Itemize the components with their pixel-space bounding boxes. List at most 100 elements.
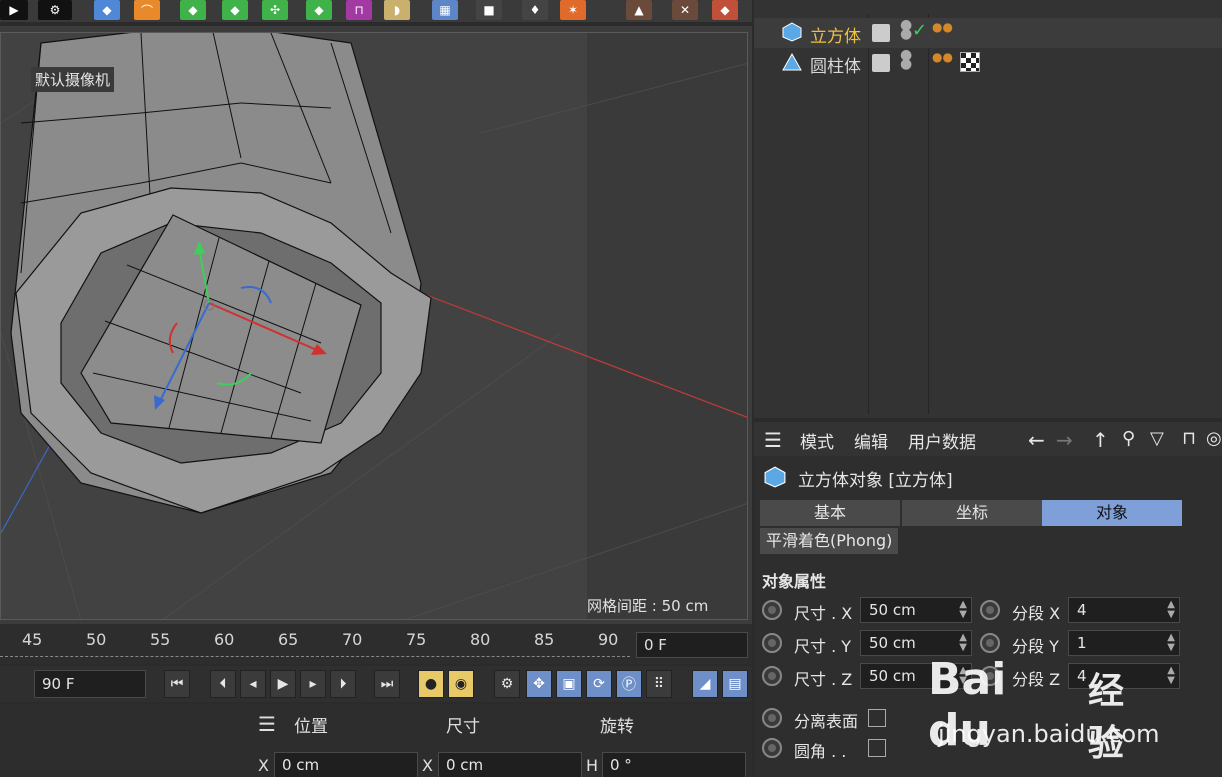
x-size-field[interactable]: 0 cm — [438, 752, 582, 777]
tab-coordinates[interactable]: 坐标 — [902, 500, 1042, 526]
spinner-icon[interactable]: ▲ ▼ — [1167, 666, 1175, 686]
fillet-animate-radio[interactable] — [762, 738, 782, 758]
spinner-icon[interactable]: ▲ ▼ — [1167, 600, 1175, 620]
target-icon[interactable]: ◎ — [1206, 428, 1222, 449]
search-icon[interactable]: ⚲ — [1122, 428, 1135, 449]
scene-tool-icon[interactable]: ◗ — [384, 0, 410, 20]
gear-icon[interactable]: ⚙ — [38, 0, 72, 20]
timeline-tick: 80 — [470, 630, 491, 649]
render-tool-icon[interactable]: ✶ — [560, 0, 586, 20]
go-to-start-icon[interactable]: ⏮ — [164, 670, 190, 698]
3d-viewport[interactable]: 默认摄像机 网格间距 : 50 cm — [0, 32, 748, 620]
object-manager: 立方体 ● ● ✓ ●● 圆柱体 ● ● ●● — [754, 0, 1222, 418]
forward-arrow-icon[interactable]: → — [1056, 428, 1073, 452]
size-y-value: 50 cm — [869, 634, 916, 652]
timeline-tick: 60 — [214, 630, 235, 649]
spinner-icon[interactable]: ▲ ▼ — [1167, 633, 1175, 653]
spline-tool-icon[interactable]: ⌒ — [134, 0, 160, 20]
light-tool-icon[interactable]: ♦ — [522, 0, 548, 20]
menu-icon[interactable]: ☰ — [764, 428, 782, 452]
floor-tool-icon[interactable]: ▦ — [432, 0, 458, 20]
next-key-icon[interactable]: ⏵ — [330, 670, 356, 698]
x-position-field[interactable]: 0 cm — [274, 752, 418, 777]
back-arrow-icon[interactable]: ← — [1028, 428, 1045, 452]
separate-surfaces-checkbox[interactable] — [868, 709, 886, 727]
size-x-animate-radio[interactable] — [762, 600, 782, 620]
size-y-field[interactable]: 50 cm ▲ ▼ — [860, 630, 972, 656]
size-x-field[interactable]: 50 cm ▲ ▼ — [860, 597, 972, 623]
key-scale-icon[interactable]: ▣ — [556, 670, 582, 698]
key-point-icon[interactable]: ⠿ — [646, 670, 672, 698]
tab-object[interactable]: 对象 — [1042, 500, 1182, 526]
object-row-cube[interactable]: 立方体 ● ● ✓ ●● — [754, 18, 1222, 48]
close-tool-icon[interactable]: ✕ — [672, 0, 698, 20]
separate-surfaces-label: 分离表面 — [794, 712, 859, 731]
keyframe-settings-icon[interactable]: ⚙ — [494, 670, 520, 698]
key-parameter-icon[interactable]: Ⓟ — [616, 670, 642, 698]
material-tool-icon[interactable]: ◆ — [712, 0, 738, 20]
snap-tool-icon[interactable]: ▲ — [626, 0, 652, 20]
tab-basic[interactable]: 基本 — [760, 500, 900, 526]
prev-key-icon[interactable]: ⏴ — [210, 670, 236, 698]
cloner-tool-icon[interactable]: ◆ — [306, 0, 332, 20]
autokey-icon[interactable]: ◉ — [448, 670, 474, 698]
spinner-icon[interactable]: ▲ ▼ — [959, 633, 967, 653]
deformer-tool-icon[interactable]: ⊓ — [346, 0, 372, 20]
sound-icon[interactable]: ◢ — [692, 670, 718, 698]
next-frame-icon[interactable]: ▸ — [300, 670, 326, 698]
end-frame-field[interactable]: 90 F — [34, 670, 146, 698]
tab-phong[interactable]: 平滑着色(Phong) — [760, 528, 899, 554]
segment-y-animate-radio[interactable] — [980, 633, 1000, 653]
film-icon[interactable]: ▤ — [722, 670, 748, 698]
play-icon[interactable]: ▶ — [0, 0, 28, 20]
segment-x-animate-radio[interactable] — [980, 600, 1000, 620]
timeline-tick: 65 — [278, 630, 299, 649]
scene-render — [1, 33, 747, 619]
nurbs-tool-icon[interactable]: ◆ — [180, 0, 206, 20]
segment-y-label: 分段 Y — [1012, 637, 1059, 656]
segment-y-field[interactable]: 1 ▲ ▼ — [1068, 630, 1180, 656]
enabled-check-icon[interactable]: ✓ — [912, 20, 927, 41]
filter-icon[interactable]: ▽ — [1150, 428, 1164, 449]
camera-tool-icon[interactable]: ■ — [476, 0, 502, 20]
play-forward-icon[interactable]: ▶ — [270, 670, 296, 698]
visibility-dots-icon[interactable]: ● ● — [900, 18, 912, 41]
camera-label[interactable]: 默认摄像机 — [31, 67, 115, 92]
fillet-checkbox[interactable] — [868, 739, 886, 757]
segment-x-field[interactable]: 4 ▲ ▼ — [1068, 597, 1180, 623]
go-to-end-icon[interactable]: ⏭ — [374, 670, 400, 698]
array-tool-icon[interactable]: ✣ — [262, 0, 288, 20]
key-rotation-icon[interactable]: ⟳ — [586, 670, 612, 698]
material-tag-icon[interactable] — [960, 52, 980, 72]
tag-icon[interactable]: ●● — [932, 20, 953, 34]
menu-mode[interactable]: 模式 — [800, 428, 834, 453]
lock-icon[interactable]: ⊓ — [1182, 428, 1196, 449]
spinner-icon[interactable]: ▲ ▼ — [959, 600, 967, 620]
separate-surfaces-animate-radio[interactable] — [762, 708, 782, 728]
size-z-value: 50 cm — [869, 667, 916, 685]
tag-icon[interactable]: ●● — [932, 50, 953, 64]
prev-frame-icon[interactable]: ◂ — [240, 670, 266, 698]
cube-object-icon — [764, 466, 786, 488]
size-x-label: 尺寸 . X — [794, 604, 853, 623]
cube-tool-icon[interactable]: ◆ — [94, 0, 120, 20]
current-frame-field[interactable]: 0 F — [636, 632, 748, 658]
menu-icon[interactable]: ☰ — [258, 712, 276, 736]
object-row-cylinder[interactable]: 圆柱体 ● ● ●● — [754, 48, 1222, 78]
record-icon[interactable]: ● — [418, 670, 444, 698]
h-rotation-field[interactable]: 0 ° — [602, 752, 746, 777]
object-properties-heading: 对象属性 — [762, 572, 827, 591]
size-y-animate-radio[interactable] — [762, 633, 782, 653]
visibility-dots-icon[interactable]: ● ● — [900, 48, 912, 71]
edit-icon[interactable] — [872, 54, 890, 72]
key-position-icon[interactable]: ✥ — [526, 670, 552, 698]
modeling-tool-icon[interactable]: ◆ — [222, 0, 248, 20]
watermark-jingyan: 经验 — [1088, 671, 1125, 764]
menu-edit[interactable]: 编辑 — [854, 428, 888, 453]
timeline-tick: 75 — [406, 630, 427, 649]
up-arrow-icon[interactable]: ↑ — [1092, 428, 1109, 452]
menu-user-data[interactable]: 用户数据 — [908, 428, 976, 453]
grid-spacing-readout: 网格间距 : 50 cm — [587, 597, 709, 615]
size-z-animate-radio[interactable] — [762, 666, 782, 686]
edit-icon[interactable] — [872, 24, 890, 42]
